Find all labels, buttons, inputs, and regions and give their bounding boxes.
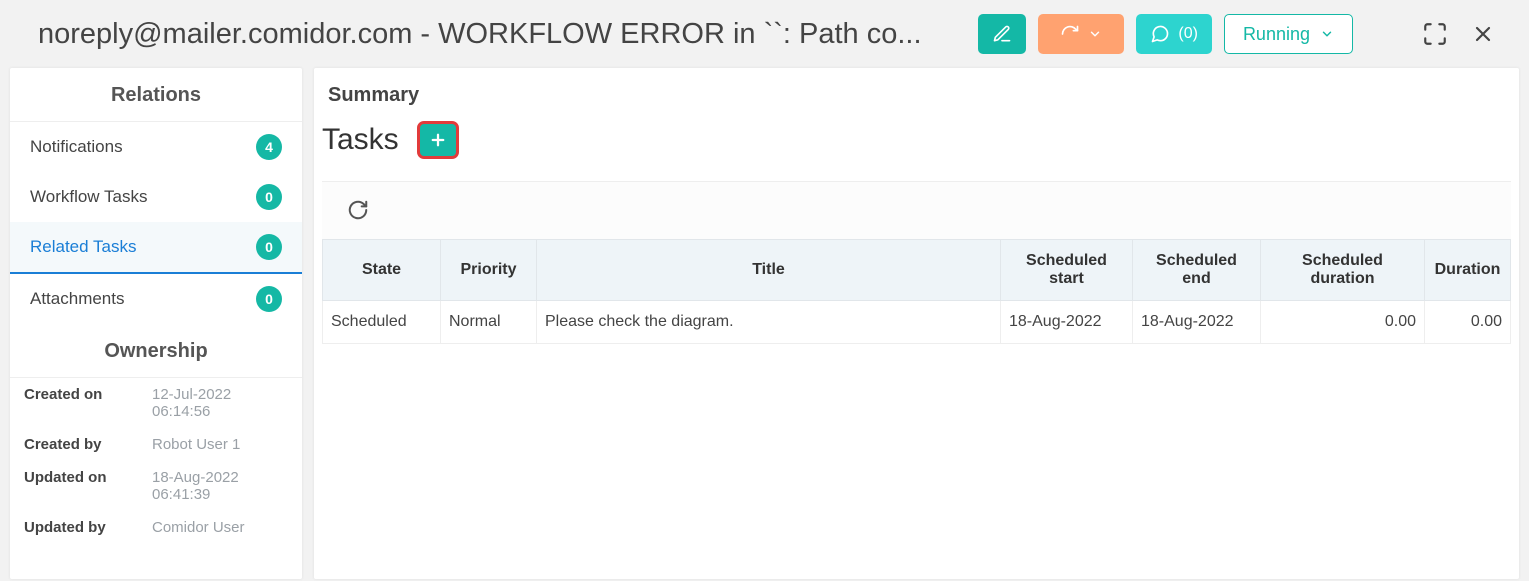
ownership-row: Updated on 18-Aug-2022 06:41:39 <box>10 461 302 511</box>
cell-duration: 0.00 <box>1425 301 1511 344</box>
tasks-title: Tasks <box>322 123 399 157</box>
close-icon <box>1471 22 1495 46</box>
sidebar-item-workflow-tasks[interactable]: Workflow Tasks 0 <box>10 172 302 222</box>
ownership-value: Comidor User <box>152 519 288 536</box>
ownership-section-title: Ownership <box>10 324 302 378</box>
col-state[interactable]: State <box>323 240 441 301</box>
ownership-label: Updated by <box>24 519 152 536</box>
table-row[interactable]: Scheduled Normal Please check the diagra… <box>323 301 1511 344</box>
col-scheduled-end[interactable]: Scheduled end <box>1133 240 1261 301</box>
sidebar-item-attachments[interactable]: Attachments 0 <box>10 274 302 324</box>
sidebar-item-label: Workflow Tasks <box>30 187 147 207</box>
add-task-button[interactable] <box>417 121 459 159</box>
col-duration[interactable]: Duration <box>1425 240 1511 301</box>
refresh-icon <box>347 199 369 221</box>
status-dropdown[interactable]: Running <box>1224 14 1353 54</box>
cell-scheduled-end: 18-Aug-2022 <box>1133 301 1261 344</box>
tasks-table: State Priority Title Scheduled start Sch… <box>322 239 1511 344</box>
chevron-down-icon <box>1088 27 1102 41</box>
col-scheduled-duration[interactable]: Scheduled duration <box>1261 240 1425 301</box>
ownership-label: Updated on <box>24 469 152 503</box>
sidebar: Relations Notifications 4 Workflow Tasks… <box>10 68 302 579</box>
cell-state: Scheduled <box>323 301 441 344</box>
count-badge: 0 <box>256 286 282 312</box>
relations-section-title: Relations <box>10 68 302 122</box>
sidebar-item-notifications[interactable]: Notifications 4 <box>10 122 302 172</box>
rotate-icon <box>1060 24 1080 44</box>
content-panel: Summary Tasks State <box>314 68 1519 579</box>
col-scheduled-start[interactable]: Scheduled start <box>1001 240 1133 301</box>
sidebar-item-label: Attachments <box>30 289 125 309</box>
summary-header: Summary <box>322 84 1511 121</box>
status-label: Running <box>1243 24 1310 45</box>
comment-icon <box>1150 24 1170 44</box>
header-bar: noreply@mailer.comidor.com - WORKFLOW ER… <box>0 0 1529 68</box>
page-title: noreply@mailer.comidor.com - WORKFLOW ER… <box>38 18 966 51</box>
comments-count-label: (0) <box>1178 25 1198 43</box>
ownership-label: Created by <box>24 436 152 453</box>
ownership-value: 18-Aug-2022 06:41:39 <box>152 469 288 503</box>
fullscreen-icon <box>1422 21 1448 47</box>
cell-priority: Normal <box>441 301 537 344</box>
col-title[interactable]: Title <box>537 240 1001 301</box>
chevron-down-icon <box>1320 27 1334 41</box>
tasks-header: Tasks <box>322 121 1511 159</box>
sidebar-item-label: Related Tasks <box>30 237 136 257</box>
count-badge: 4 <box>256 134 282 160</box>
cell-scheduled-start: 18-Aug-2022 <box>1001 301 1133 344</box>
refresh-button[interactable] <box>344 196 372 224</box>
plus-icon <box>429 131 447 149</box>
ownership-row: Created on 12-Jul-2022 06:14:56 <box>10 378 302 428</box>
count-badge: 0 <box>256 234 282 260</box>
comments-button[interactable]: (0) <box>1136 14 1212 54</box>
table-header-row: State Priority Title Scheduled start Sch… <box>323 240 1511 301</box>
cell-title: Please check the diagram. <box>537 301 1001 344</box>
ownership-row: Created by Robot User 1 <box>10 428 302 461</box>
fullscreen-button[interactable] <box>1417 16 1453 52</box>
count-badge: 0 <box>256 184 282 210</box>
ownership-value: Robot User 1 <box>152 436 288 453</box>
edit-button[interactable] <box>978 14 1026 54</box>
workflow-action-button[interactable] <box>1038 14 1124 54</box>
col-priority[interactable]: Priority <box>441 240 537 301</box>
ownership-label: Created on <box>24 386 152 420</box>
close-button[interactable] <box>1465 16 1501 52</box>
sidebar-item-related-tasks[interactable]: Related Tasks 0 <box>10 222 302 274</box>
sidebar-item-label: Notifications <box>30 137 123 157</box>
tasks-panel: State Priority Title Scheduled start Sch… <box>322 181 1511 344</box>
ownership-row: Updated by Comidor User <box>10 511 302 544</box>
ownership-value: 12-Jul-2022 06:14:56 <box>152 386 288 420</box>
cell-scheduled-duration: 0.00 <box>1261 301 1425 344</box>
pencil-icon <box>992 24 1012 44</box>
